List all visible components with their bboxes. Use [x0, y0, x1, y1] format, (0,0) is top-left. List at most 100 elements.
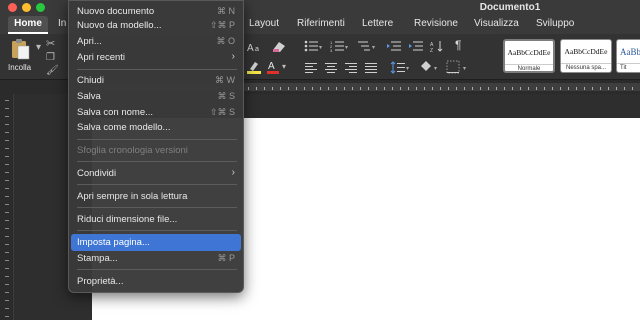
- ruler-tick: [304, 87, 305, 90]
- style-no-spacing[interactable]: AaBbCcDdEe Nessuna spa...: [560, 39, 612, 73]
- svg-text:▾: ▾: [463, 66, 466, 72]
- multilevel-list-icon[interactable]: ▾: [357, 40, 379, 52]
- paste-icon[interactable]: [10, 38, 30, 60]
- menu-item-properties[interactable]: Proprietà...: [71, 273, 241, 290]
- change-case-icon[interactable]: A a: [246, 40, 264, 54]
- tab-layout[interactable]: Layout: [249, 18, 279, 29]
- tab-references[interactable]: Riferimenti: [297, 18, 345, 29]
- ruler-tick: [312, 87, 313, 90]
- bullets-icon[interactable]: ▾: [304, 40, 324, 52]
- ruler-tick: [328, 87, 329, 90]
- shading-icon[interactable]: ▾: [418, 60, 440, 74]
- format-painter-icon[interactable]: 🖌: [46, 65, 59, 76]
- menu-item-share[interactable]: Condividi ›: [71, 165, 241, 182]
- ruler-tick: [288, 87, 289, 90]
- ruler-tick: [536, 87, 537, 90]
- ruler-tick: [272, 87, 273, 90]
- line-spacing-icon[interactable]: ▾: [390, 61, 412, 74]
- menu-item-new-from-template[interactable]: Nuovo da modello... ⇧⌘ P: [71, 17, 241, 34]
- paste-options-chevron-icon[interactable]: ▾: [36, 42, 41, 53]
- menu-item-label: Nuovo documento: [77, 6, 155, 17]
- menu-item-always-open-read-only[interactable]: Apri sempre in sola lettura: [71, 188, 241, 205]
- align-right-icon[interactable]: [344, 62, 358, 73]
- menu-item-print[interactable]: Stampa... ⌘ P: [71, 250, 241, 267]
- vertical-ruler[interactable]: [0, 94, 14, 320]
- minimize-window-button[interactable]: [22, 3, 31, 12]
- menu-separator: [77, 184, 237, 185]
- menu-item-save[interactable]: Salva ⌘ S: [71, 88, 241, 105]
- menu-item-save-as-template[interactable]: Salva come modello...: [71, 119, 241, 136]
- ruler-tick: [376, 87, 377, 90]
- ruler-tick: [464, 87, 465, 90]
- ruler-tick: [5, 204, 9, 205]
- tab-insert[interactable]: In: [58, 18, 66, 29]
- copy-icon[interactable]: ❐: [46, 52, 55, 63]
- menu-item-close[interactable]: Chiudi ⌘ W: [71, 72, 241, 89]
- ruler-tick: [576, 87, 577, 90]
- numbering-icon[interactable]: 1 2 3 ▾: [330, 40, 350, 52]
- decrease-indent-icon[interactable]: [386, 40, 402, 52]
- svg-text:▾: ▾: [406, 66, 409, 72]
- file-menu: Nuovo documento ⌘ N Nuovo da modello... …: [68, 0, 244, 293]
- ruler-tick: [584, 87, 585, 90]
- menu-shortcut: ⌘ N: [217, 6, 235, 16]
- paste-button-label: Incolla: [8, 63, 32, 72]
- close-window-button[interactable]: [8, 3, 17, 12]
- increase-indent-icon[interactable]: [408, 40, 424, 52]
- style-normal[interactable]: AaBbCcDdEe Normale: [503, 39, 555, 73]
- ruler-tick: [5, 244, 9, 245]
- style-title[interactable]: AaBbC Tit: [616, 39, 640, 73]
- submenu-chevron-icon: ›: [231, 167, 235, 178]
- align-left-icon[interactable]: [304, 62, 318, 73]
- menu-item-page-setup[interactable]: Imposta pagina...: [71, 234, 241, 251]
- tab-view[interactable]: Visualizza: [474, 18, 519, 29]
- menu-item-reduce-file-size[interactable]: Riduci dimensione file...: [71, 211, 241, 228]
- menu-item-open-recent[interactable]: Apri recenti ›: [71, 49, 241, 66]
- clear-formatting-icon[interactable]: [270, 39, 288, 54]
- highlight-color-icon[interactable]: [246, 60, 262, 74]
- ruler-tick: [488, 87, 489, 90]
- ruler-tick: [368, 87, 369, 90]
- ruler-tick: [5, 268, 9, 269]
- tab-review[interactable]: Revisione: [414, 18, 458, 29]
- font-color-chevron-icon[interactable]: ▾: [282, 62, 286, 71]
- ruler-tick: [528, 87, 529, 90]
- justify-icon[interactable]: [364, 62, 378, 73]
- menu-item-open[interactable]: Apri... ⌘ O: [71, 33, 241, 50]
- tab-mailings[interactable]: Lettere: [362, 18, 393, 29]
- sort-icon[interactable]: AZ: [430, 40, 444, 52]
- borders-icon[interactable]: ▾: [446, 60, 472, 74]
- ruler-tick: [5, 292, 9, 293]
- ruler-tick: [344, 87, 345, 90]
- tab-developer[interactable]: Sviluppo: [536, 18, 574, 29]
- menu-item-label: Apri...: [77, 36, 102, 47]
- ruler-tick: [448, 87, 449, 90]
- ruler-tick: [608, 87, 609, 90]
- ruler-tick: [592, 87, 593, 90]
- style-no-spacing-sample: AaBbCcDdEe: [564, 47, 608, 56]
- cut-icon[interactable]: ✂: [46, 37, 55, 50]
- ruler-tick: [5, 100, 9, 101]
- svg-text:▾: ▾: [434, 66, 437, 72]
- ruler-tick: [5, 228, 9, 229]
- ruler-tick: [5, 276, 9, 277]
- svg-text:▾: ▾: [372, 45, 375, 51]
- style-title-name: Tit: [617, 63, 640, 71]
- document-title: Documento1: [479, 2, 541, 13]
- style-no-spacing-name: Nessuna spa...: [561, 63, 611, 71]
- menu-item-label: Salva: [77, 91, 101, 102]
- ruler-tick: [5, 132, 9, 133]
- show-formatting-marks-icon[interactable]: ¶: [455, 38, 461, 52]
- menu-item-label: Salva con nome...: [77, 107, 154, 118]
- font-color-icon[interactable]: A: [266, 59, 280, 75]
- tab-home[interactable]: Home: [8, 16, 48, 34]
- zoom-window-button[interactable]: [36, 3, 45, 12]
- ruler-tick: [5, 180, 9, 181]
- word-window: Documento1 Home In Layout Riferimenti Le…: [0, 0, 640, 320]
- ruler-tick: [5, 212, 9, 213]
- svg-text:A: A: [268, 61, 275, 72]
- align-center-icon[interactable]: [324, 62, 338, 73]
- ruler-tick: [5, 140, 9, 141]
- ruler-tick: [5, 316, 9, 317]
- ruler-tick: [280, 87, 281, 90]
